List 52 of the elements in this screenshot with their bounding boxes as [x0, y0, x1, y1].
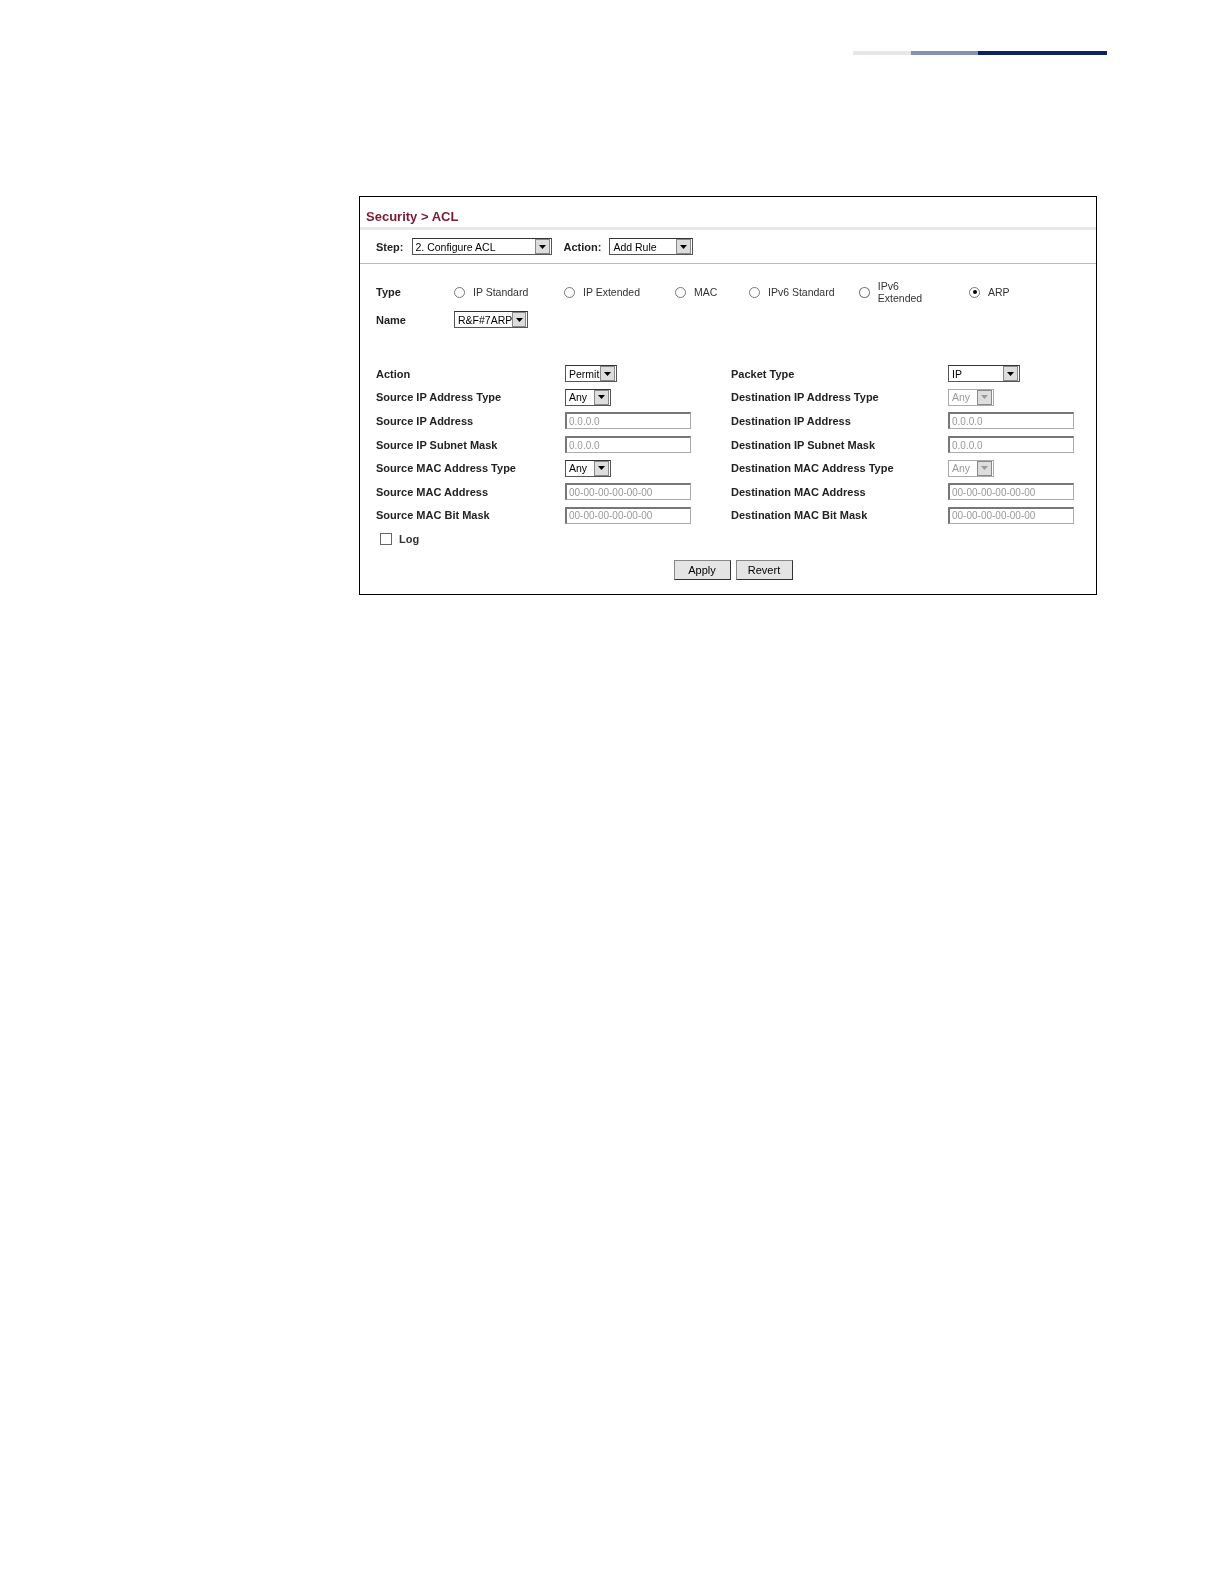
action-label: Action:	[563, 240, 602, 253]
field-label: Source MAC Bit Mask	[376, 509, 491, 522]
field-label: Action	[376, 367, 412, 380]
caret-icon	[515, 317, 523, 322]
input-field[interactable]: 00-00-00-00-00-00	[565, 483, 691, 501]
field-label: Source IP Address Type	[376, 391, 503, 404]
type-radio-option[interactable]: IPv6 Extended	[859, 280, 945, 304]
field-label: Source MAC Address	[376, 485, 490, 498]
input-field[interactable]: 00-00-00-00-00-00	[565, 506, 691, 524]
dropdown[interactable]: Any	[565, 388, 611, 406]
action-select[interactable]: Add Rule	[609, 238, 694, 255]
input-field[interactable]: 00-00-00-00-00-00	[948, 506, 1074, 524]
log-checkbox[interactable]: Log	[380, 533, 1096, 546]
field-label: Destination IP Address Type	[731, 391, 880, 404]
field-label: Packet Type	[731, 367, 796, 380]
field-label: Destination MAC Address	[731, 485, 867, 498]
step-label: Step:	[376, 240, 404, 253]
step-select[interactable]: 2. Configure ACL	[411, 238, 552, 255]
caret-icon	[1007, 371, 1014, 376]
type-radio-option[interactable]: IP Standard	[454, 280, 540, 304]
dropdown[interactable]: Any	[565, 459, 611, 477]
caret-icon	[981, 395, 988, 400]
caret-icon	[981, 466, 988, 471]
caret-icon	[598, 395, 605, 400]
field-label: Destination IP Address	[731, 415, 852, 427]
caret-icon	[538, 244, 546, 249]
input-field[interactable]: 0.0.0.0	[565, 436, 691, 454]
field-label: Destination MAC Address Type	[731, 462, 895, 475]
type-radio-option[interactable]: IP Extended	[564, 280, 651, 304]
input-field[interactable]: 0.0.0.0	[948, 436, 1074, 454]
input-field[interactable]: 0.0.0.0	[565, 412, 691, 430]
input-field[interactable]: 0.0.0.0	[948, 412, 1074, 430]
dropdown[interactable]: IP	[948, 365, 1020, 383]
form-button[interactable]: Apply	[673, 560, 731, 581]
type-radio-option[interactable]: ARP	[969, 280, 1010, 304]
field-label: Destination IP Subnet Mask	[731, 438, 877, 451]
input-field[interactable]: 00-00-00-00-00-00	[948, 483, 1074, 501]
form-button[interactable]: Revert	[735, 560, 793, 581]
field-label: Source IP Subnet Mask	[376, 438, 499, 451]
type-radio-option[interactable]: MAC	[675, 280, 725, 304]
dropdown[interactable]: Permit	[565, 365, 617, 383]
caret-icon	[680, 244, 688, 249]
field-label: Source MAC Address Type	[376, 462, 517, 475]
name-label: Name	[376, 313, 407, 326]
field-label: Destination MAC Bit Mask	[731, 509, 869, 522]
field-label: Source IP Address	[376, 415, 475, 427]
type-radio-option[interactable]: IPv6 Standard	[749, 280, 835, 304]
page-title: Security > ACL	[360, 197, 1096, 230]
caret-icon	[598, 466, 605, 471]
caret-icon	[604, 371, 611, 376]
type-label: Type	[376, 286, 402, 298]
name-select[interactable]: R&F#7ARP	[454, 311, 528, 328]
